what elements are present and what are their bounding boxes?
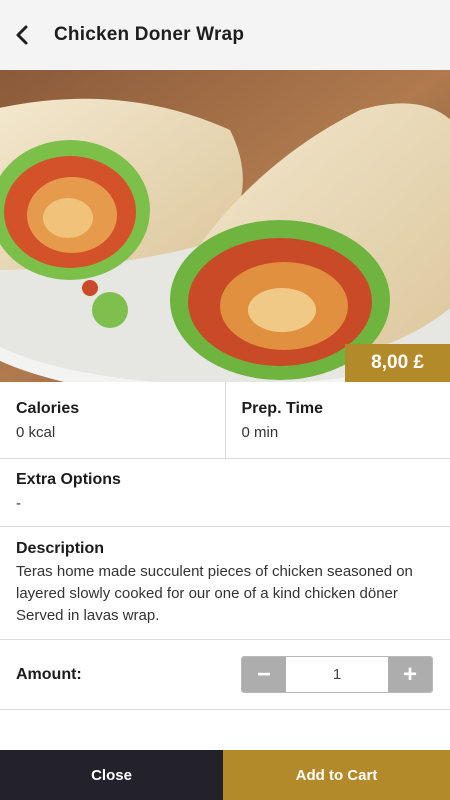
- back-button[interactable]: [2, 0, 42, 70]
- prep-time-value: 0 min: [241, 424, 279, 441]
- decrement-button[interactable]: −: [242, 657, 286, 692]
- add-to-cart-button[interactable]: Add to Cart: [223, 750, 450, 800]
- nutrition-row: Calories 0 kcal Prep. Time 0 min: [0, 382, 450, 459]
- prep-time-cell: Prep. Time 0 min: [224, 382, 450, 458]
- amount-section: Amount: − 1 +: [0, 640, 450, 710]
- description-label: Description: [16, 540, 105, 557]
- extra-options-label: Extra Options: [16, 471, 121, 488]
- prep-time-label: Prep. Time: [241, 400, 324, 417]
- description-section: Description Teras home made succulent pi…: [0, 527, 450, 640]
- top-bar: Chicken Doner Wrap: [0, 0, 450, 70]
- description-text: Teras home made succulent pieces of chic…: [16, 563, 413, 624]
- increment-button[interactable]: +: [388, 657, 432, 692]
- close-button[interactable]: Close: [0, 750, 223, 800]
- quantity-value[interactable]: 1: [286, 657, 388, 692]
- product-image: 8,00 £: [0, 70, 450, 382]
- amount-label: Amount:: [16, 665, 82, 683]
- price-badge: 8,00 £: [345, 344, 450, 382]
- calories-value: 0 kcal: [16, 424, 56, 441]
- extra-options-value: -: [16, 495, 21, 512]
- extra-options-section[interactable]: Extra Options -: [0, 459, 450, 527]
- calories-cell: Calories 0 kcal: [0, 382, 225, 458]
- action-bar: Close Add to Cart: [0, 750, 450, 800]
- chevron-left-icon: [16, 25, 28, 45]
- page-title: Chicken Doner Wrap: [54, 24, 245, 45]
- calories-label: Calories: [16, 400, 80, 417]
- quantity-stepper[interactable]: − 1 +: [241, 656, 433, 693]
